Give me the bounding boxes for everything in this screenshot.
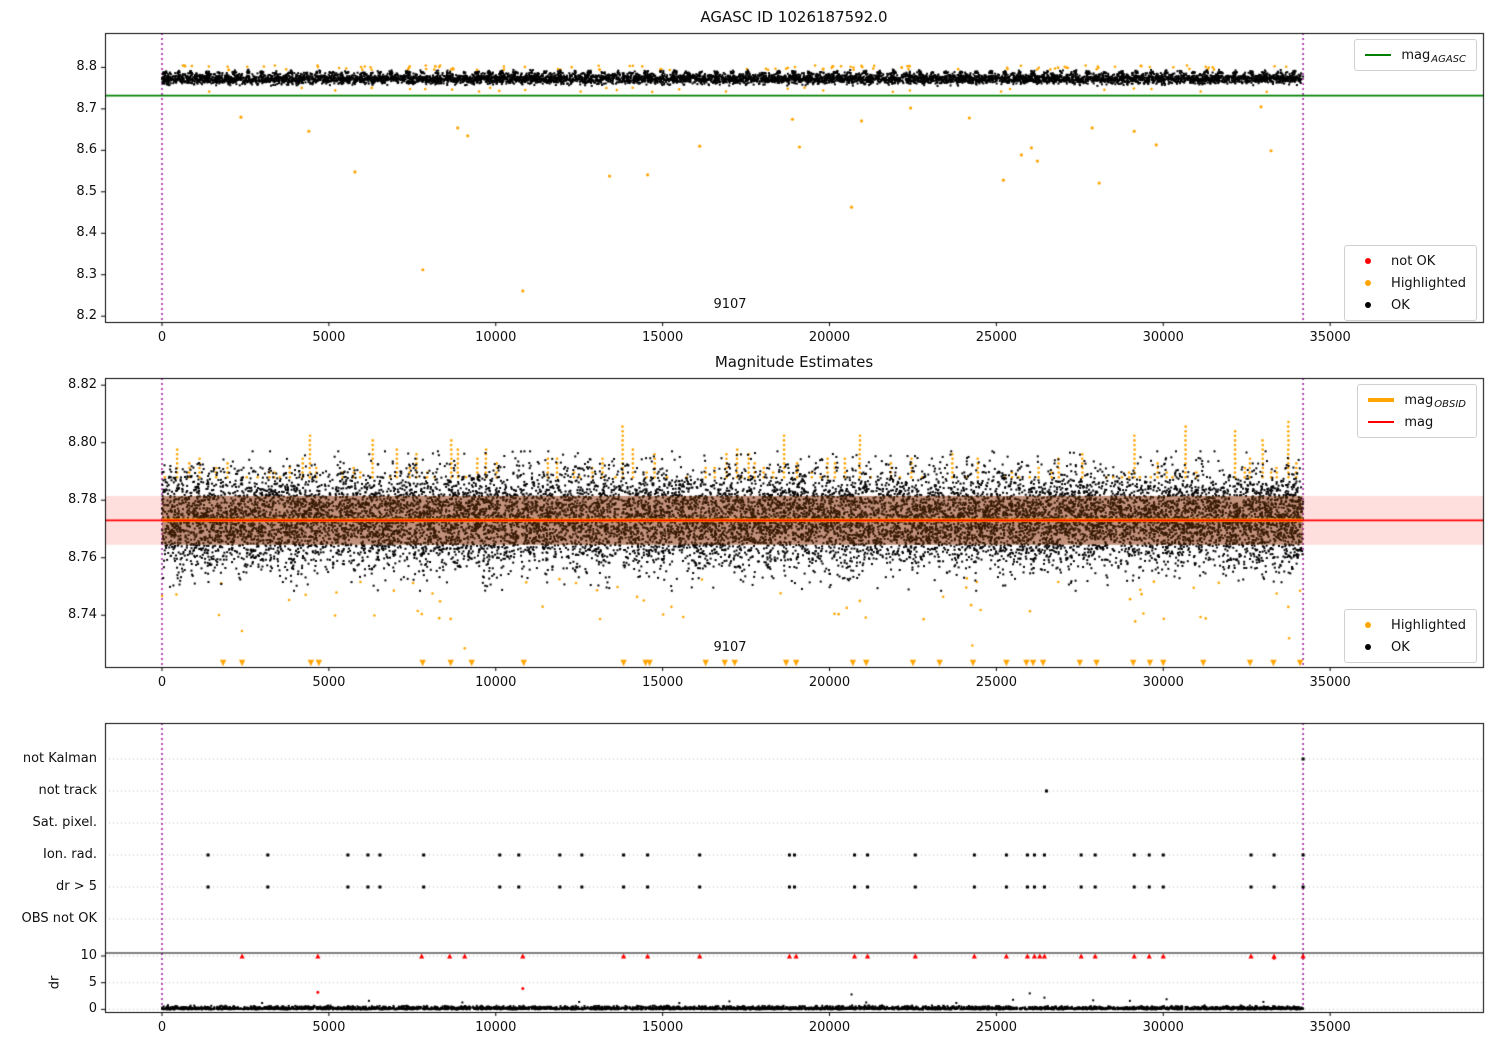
- legend-label: magOBSID: [1404, 392, 1466, 410]
- y-tick-label: 8.2: [76, 308, 97, 324]
- obsid-annotation-plot1: 9107: [713, 297, 747, 312]
- x-tick-label: 15000: [641, 675, 684, 690]
- legend-label: OK: [1391, 639, 1410, 655]
- x-tick-label: 35000: [1309, 1020, 1351, 1035]
- legend-label: not OK: [1391, 253, 1436, 269]
- flag-row-label: dr > 5: [55, 879, 97, 894]
- legend-label: Highlighted: [1391, 617, 1466, 633]
- x-tick-label: 0: [157, 330, 167, 345]
- y-tick-label: 8.3: [76, 266, 97, 282]
- y-tick-label: 8.80: [68, 434, 97, 450]
- legend-mag-lines: magOBSID mag: [1357, 384, 1477, 438]
- x-tick-label: 25000: [975, 330, 1018, 345]
- legend-label: Highlighted: [1391, 275, 1466, 291]
- x-tick-label: 20000: [808, 675, 851, 690]
- plot1-title: AGASC ID 1026187592.0: [700, 8, 888, 26]
- mag-agasc-line-swatch: [1365, 54, 1392, 56]
- legend-row: not OK: [1355, 250, 1466, 272]
- y-tick-label: 8.76: [68, 549, 97, 565]
- x-tick-label: 5000: [312, 1020, 346, 1035]
- legend-row: Highlighted: [1355, 272, 1466, 294]
- legend-row: Highlighted: [1355, 614, 1466, 636]
- highlighted-marker-swatch: [1355, 622, 1381, 628]
- legend-label: OK: [1391, 297, 1410, 313]
- legend-label: magAGASC: [1401, 47, 1466, 65]
- legend-row: magAGASC: [1365, 44, 1466, 66]
- not-ok-marker-swatch: [1355, 258, 1381, 264]
- legend-mag-agasc: magAGASC: [1354, 39, 1477, 71]
- y-tick-label: 8.4: [76, 225, 97, 241]
- x-tick-label: 30000: [1142, 1020, 1184, 1035]
- flag-row-label: Ion. rad.: [43, 847, 97, 862]
- y-tick-label: 8.7: [76, 100, 97, 116]
- flag-row-label: not track: [38, 783, 97, 798]
- legend-row: mag: [1368, 411, 1466, 433]
- y-tick-label: 8.74: [68, 607, 97, 623]
- x-tick-label: 5000: [312, 330, 346, 345]
- plots-canvas: [0, 0, 1500, 1050]
- y-tick-label: 8.8: [76, 59, 97, 75]
- x-tick-label: 35000: [1309, 675, 1351, 690]
- flag-row-label: not Kalman: [22, 751, 97, 766]
- highlighted-marker-swatch: [1355, 280, 1381, 286]
- ok-marker-swatch: [1355, 644, 1381, 650]
- x-tick-label: 25000: [975, 1020, 1018, 1035]
- x-tick-label: 20000: [808, 1020, 851, 1035]
- dr-tick-label: 0: [88, 1001, 97, 1017]
- dr-tick-label: 5: [88, 974, 97, 990]
- legend-plot1-markers: not OK Highlighted OK: [1344, 245, 1477, 321]
- y-tick-label: 8.78: [68, 492, 97, 508]
- ok-marker-swatch: [1355, 302, 1381, 308]
- x-tick-label: 5000: [312, 675, 346, 690]
- x-tick-label: 35000: [1309, 330, 1351, 345]
- x-tick-label: 0: [157, 675, 167, 690]
- mag-line-swatch: [1368, 421, 1395, 423]
- legend-row: magOBSID: [1368, 389, 1466, 411]
- legend-row: OK: [1355, 294, 1466, 316]
- figure: AGASC ID 1026187592.0 Magnitude Estimate…: [0, 0, 1500, 1050]
- x-tick-label: 30000: [1142, 675, 1184, 690]
- legend-plot2-markers: Highlighted OK: [1344, 609, 1477, 663]
- legend-label: mag: [1404, 414, 1434, 430]
- x-tick-label: 30000: [1142, 330, 1184, 345]
- x-tick-label: 10000: [475, 330, 517, 345]
- x-tick-label: 25000: [975, 675, 1018, 690]
- flag-row-label: OBS not OK: [21, 911, 98, 926]
- y-tick-label: 8.5: [76, 183, 97, 199]
- x-tick-label: 15000: [641, 1020, 684, 1035]
- x-tick-label: 10000: [475, 675, 517, 690]
- x-tick-label: 0: [157, 1020, 167, 1035]
- mag-obsid-line-swatch: [1368, 398, 1395, 402]
- x-tick-label: 15000: [641, 330, 684, 345]
- flag-row-label: Sat. pixel.: [32, 815, 97, 830]
- y-tick-label: 8.82: [68, 377, 97, 393]
- plot2-title: Magnitude Estimates: [714, 353, 874, 371]
- legend-row: OK: [1355, 636, 1466, 658]
- y-tick-label: 8.6: [76, 142, 97, 158]
- dr-tick-label: 10: [80, 948, 97, 963]
- obsid-annotation-plot2: 9107: [713, 640, 747, 655]
- x-tick-label: 20000: [808, 330, 851, 345]
- x-tick-label: 10000: [475, 1020, 517, 1035]
